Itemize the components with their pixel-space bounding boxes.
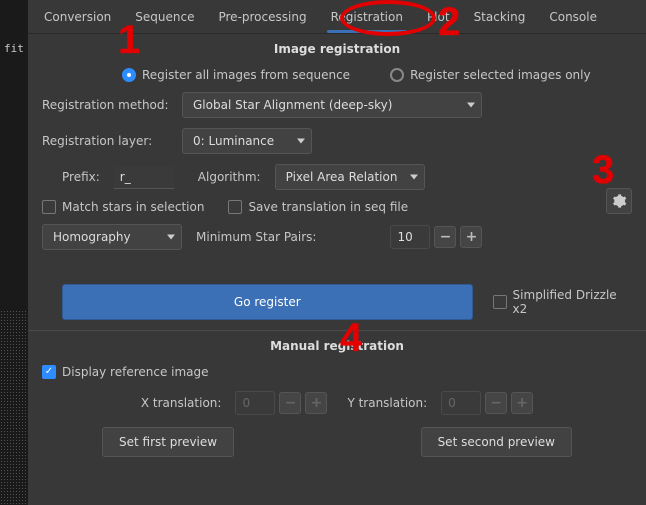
- radio-icon: [390, 68, 404, 82]
- checkbox-display-reference[interactable]: Display reference image: [42, 365, 632, 379]
- x-translation-input[interactable]: [235, 391, 275, 415]
- set-first-preview-button[interactable]: Set first preview: [102, 427, 234, 457]
- checkbox-icon: [42, 365, 56, 379]
- go-register-button[interactable]: Go register: [62, 284, 473, 320]
- gear-icon: [611, 193, 627, 209]
- settings-button[interactable]: [606, 188, 632, 214]
- registration-layer-select[interactable]: 0: Luminance: [182, 128, 312, 154]
- x-translation-label: X translation:: [141, 396, 222, 410]
- radio-register-selected[interactable]: Register selected images only: [390, 68, 591, 82]
- checkbox-match-stars[interactable]: Match stars in selection: [42, 200, 204, 214]
- minus-button[interactable]: −: [279, 392, 301, 414]
- minus-button[interactable]: −: [485, 392, 507, 414]
- chevron-down-icon: [467, 103, 475, 108]
- tab-console[interactable]: Console: [537, 2, 609, 32]
- tab-conversion[interactable]: Conversion: [32, 2, 123, 32]
- checkbox-simplified-drizzle[interactable]: Simplified Drizzle x2: [493, 288, 632, 316]
- checkbox-save-translation[interactable]: Save translation in seq file: [228, 200, 408, 214]
- image-noise-preview: [0, 310, 28, 505]
- set-second-preview-button[interactable]: Set second preview: [421, 427, 572, 457]
- section-title-image-registration: Image registration: [28, 34, 646, 62]
- radio-register-all[interactable]: Register all images from sequence: [122, 68, 350, 82]
- tab-stacking[interactable]: Stacking: [462, 2, 538, 32]
- chevron-down-icon: [167, 235, 175, 240]
- tab-plot[interactable]: Plot: [415, 2, 462, 32]
- plus-button[interactable]: +: [460, 226, 482, 248]
- main-panel: Conversion Sequence Pre-processing Regis…: [28, 0, 646, 505]
- left-sidebar: fit: [0, 0, 28, 505]
- radio-icon: [122, 68, 136, 82]
- registration-method-label: Registration method:: [42, 98, 172, 112]
- chevron-down-icon: [410, 175, 418, 180]
- tab-bar: Conversion Sequence Pre-processing Regis…: [28, 0, 646, 34]
- prefix-label: Prefix:: [62, 170, 100, 184]
- plus-button[interactable]: +: [511, 392, 533, 414]
- chevron-down-icon: [297, 139, 305, 144]
- tab-sequence[interactable]: Sequence: [123, 2, 206, 32]
- tab-preprocessing[interactable]: Pre-processing: [206, 2, 318, 32]
- registration-layer-label: Registration layer:: [42, 134, 172, 148]
- section-title-manual-registration: Manual registration: [28, 331, 646, 359]
- checkbox-icon: [228, 200, 242, 214]
- tab-registration[interactable]: Registration: [319, 2, 415, 32]
- minus-button[interactable]: −: [434, 226, 456, 248]
- min-star-pairs-label: Minimum Star Pairs:: [196, 230, 316, 244]
- sidebar-fit-label: fit: [4, 42, 24, 55]
- y-translation-input[interactable]: [441, 391, 481, 415]
- checkbox-icon: [493, 295, 507, 309]
- plus-button[interactable]: +: [305, 392, 327, 414]
- prefix-input[interactable]: [114, 166, 174, 189]
- registration-method-select[interactable]: Global Star Alignment (deep-sky): [182, 92, 482, 118]
- y-translation-label: Y translation:: [347, 396, 427, 410]
- checkbox-icon: [42, 200, 56, 214]
- transform-select[interactable]: Homography: [42, 224, 182, 250]
- min-star-pairs-input[interactable]: [390, 225, 430, 249]
- algorithm-select[interactable]: Pixel Area Relation: [275, 164, 425, 190]
- algorithm-label: Algorithm:: [198, 170, 261, 184]
